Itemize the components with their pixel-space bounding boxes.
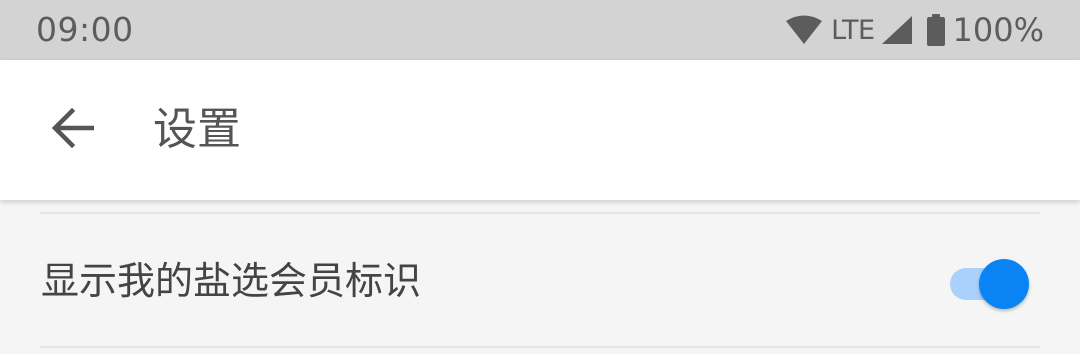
cell-signal-icon [881,15,913,45]
divider [40,346,1040,348]
back-button[interactable] [36,94,108,166]
status-time: 09:00 [36,10,134,49]
network-type: LTE [831,14,875,46]
member-badge-toggle[interactable] [948,258,1032,310]
setting-row-show-member-badge[interactable]: 显示我的盐选会员标识 [0,214,1080,348]
battery-percentage: 100% [952,11,1044,49]
settings-list: 显示我的盐选会员标识 [0,200,1080,354]
status-icons: LTE 100% [785,8,1044,52]
battery-icon [926,14,945,46]
app-bar: 设置 [0,60,1080,200]
wifi-icon [785,15,823,45]
setting-label: 显示我的盐选会员标识 [41,259,422,303]
page-title: 设置 [153,104,241,155]
status-bar: 09:00 LTE 100% [0,0,1080,60]
arrow-left-icon [50,107,95,152]
toggle-thumb [979,259,1029,309]
